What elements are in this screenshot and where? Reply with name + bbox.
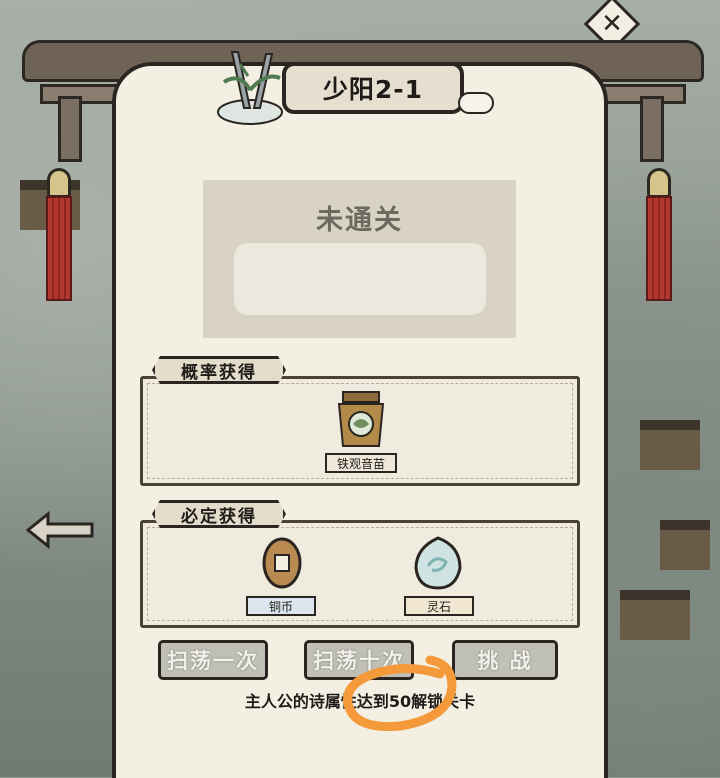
sweep-once-button[interactable]: 扫荡一次 xyxy=(158,640,268,680)
cloud-icon xyxy=(458,92,494,114)
guaranteed-rewards-box xyxy=(140,520,580,628)
item-label-copper-coin: 铜币 xyxy=(246,596,316,616)
map-building xyxy=(620,590,690,640)
tea-pot-icon[interactable] xyxy=(333,390,389,450)
spirit-stone-icon[interactable] xyxy=(412,536,464,590)
tassel-cap xyxy=(647,168,671,198)
stage-title-plate: 少阳2-1 xyxy=(282,62,464,114)
sword-bamboo-icon xyxy=(217,51,283,125)
probability-rewards-header: 概率获得 xyxy=(152,356,286,384)
tassel-right xyxy=(646,196,672,301)
side-arrow-icon[interactable] xyxy=(26,510,96,550)
clear-status-text: 未通关 xyxy=(316,205,403,236)
copper-coin-icon[interactable] xyxy=(258,536,306,590)
clear-status-panel: 未通关 xyxy=(203,180,516,338)
challenge-button[interactable]: 挑 战 xyxy=(452,640,558,680)
item-label-spirit-stone: 灵石 xyxy=(404,596,474,616)
item-label-tea-seedling: 铁观音苗 xyxy=(325,453,397,473)
guaranteed-rewards-header: 必定获得 xyxy=(152,500,286,528)
annotation-circle xyxy=(343,655,457,732)
tassel-cap xyxy=(47,168,71,198)
gate-post xyxy=(58,96,82,162)
map-building xyxy=(640,420,700,470)
clear-status-slot xyxy=(234,243,486,315)
gate-post xyxy=(640,96,664,162)
stage-title: 少阳2-1 xyxy=(322,75,424,104)
tassel-left xyxy=(46,196,72,301)
close-icon: ✕ xyxy=(601,9,623,39)
map-building xyxy=(660,520,710,570)
